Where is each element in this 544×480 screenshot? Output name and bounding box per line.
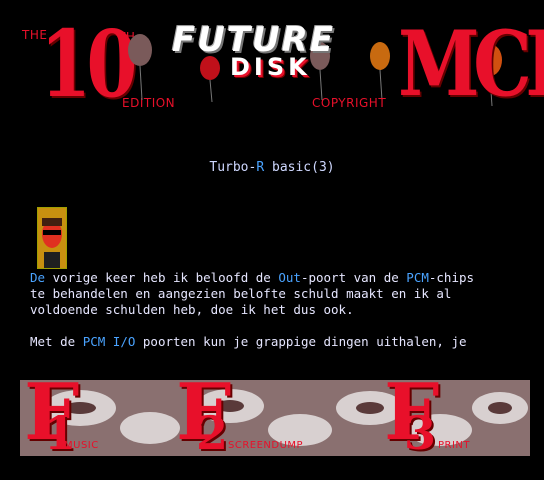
text-segment: -poort van de (300, 270, 407, 285)
f1-label: MUSIC (64, 440, 99, 451)
f2-label: SCREENDUMP (228, 440, 304, 451)
highlight-word: Out (278, 270, 301, 285)
article-line-2: te behandelen en aangezien belofte schul… (30, 286, 451, 302)
portrait-sunglasses (43, 230, 61, 235)
balloon-shape (370, 42, 390, 70)
knot-hole (488, 402, 512, 414)
balloon-shape (128, 34, 152, 66)
mcl-logo: MCL (398, 11, 544, 117)
portrait-face-icon (38, 208, 66, 268)
text-segment: Met de (30, 334, 83, 349)
author-portrait (37, 207, 67, 269)
knot-shape (120, 412, 180, 444)
article-title-accent: R (256, 160, 265, 175)
text-segment: vorige keer heb ik beloofd de (45, 270, 279, 285)
article-title: Turbo-R basic(3) (0, 160, 544, 175)
highlight-word: PCM (406, 270, 429, 285)
text-segment: voldoende schulden heb, doe ik het dus o… (30, 302, 354, 317)
f2-number: 2 (196, 406, 229, 460)
text-segment: -chips (428, 270, 475, 285)
article-title-prefix: Turbo- (209, 160, 257, 175)
disk-logo: DISK (230, 53, 311, 81)
balloon-string (209, 79, 213, 103)
copyright-label: COPYRIGHT (312, 96, 387, 110)
article-line-3: voldoende schulden heb, doe ik het dus o… (30, 302, 354, 318)
balloon-string (139, 65, 143, 101)
portrait-shirt (44, 252, 60, 268)
f3-label: PRINT (438, 440, 471, 451)
knot-hole (356, 402, 384, 414)
text-segment: te behandelen en aangezien belofte schul… (30, 286, 452, 301)
highlight-word: PCM I/O (82, 334, 136, 349)
portrait-hair (42, 218, 62, 226)
article-title-suffix: basic(3) (264, 160, 335, 175)
article-line-1: De vorige keer heb ik beloofd de Out-poo… (30, 270, 474, 286)
footer-pattern (20, 380, 530, 456)
highlight-word: De (30, 270, 46, 285)
article-line-4: Met de PCM I/O poorten kun je grappige d… (30, 334, 467, 350)
f3-number: 3 (404, 406, 437, 460)
text-segment: poorten kun je grappige dingen uithalen,… (135, 334, 467, 349)
